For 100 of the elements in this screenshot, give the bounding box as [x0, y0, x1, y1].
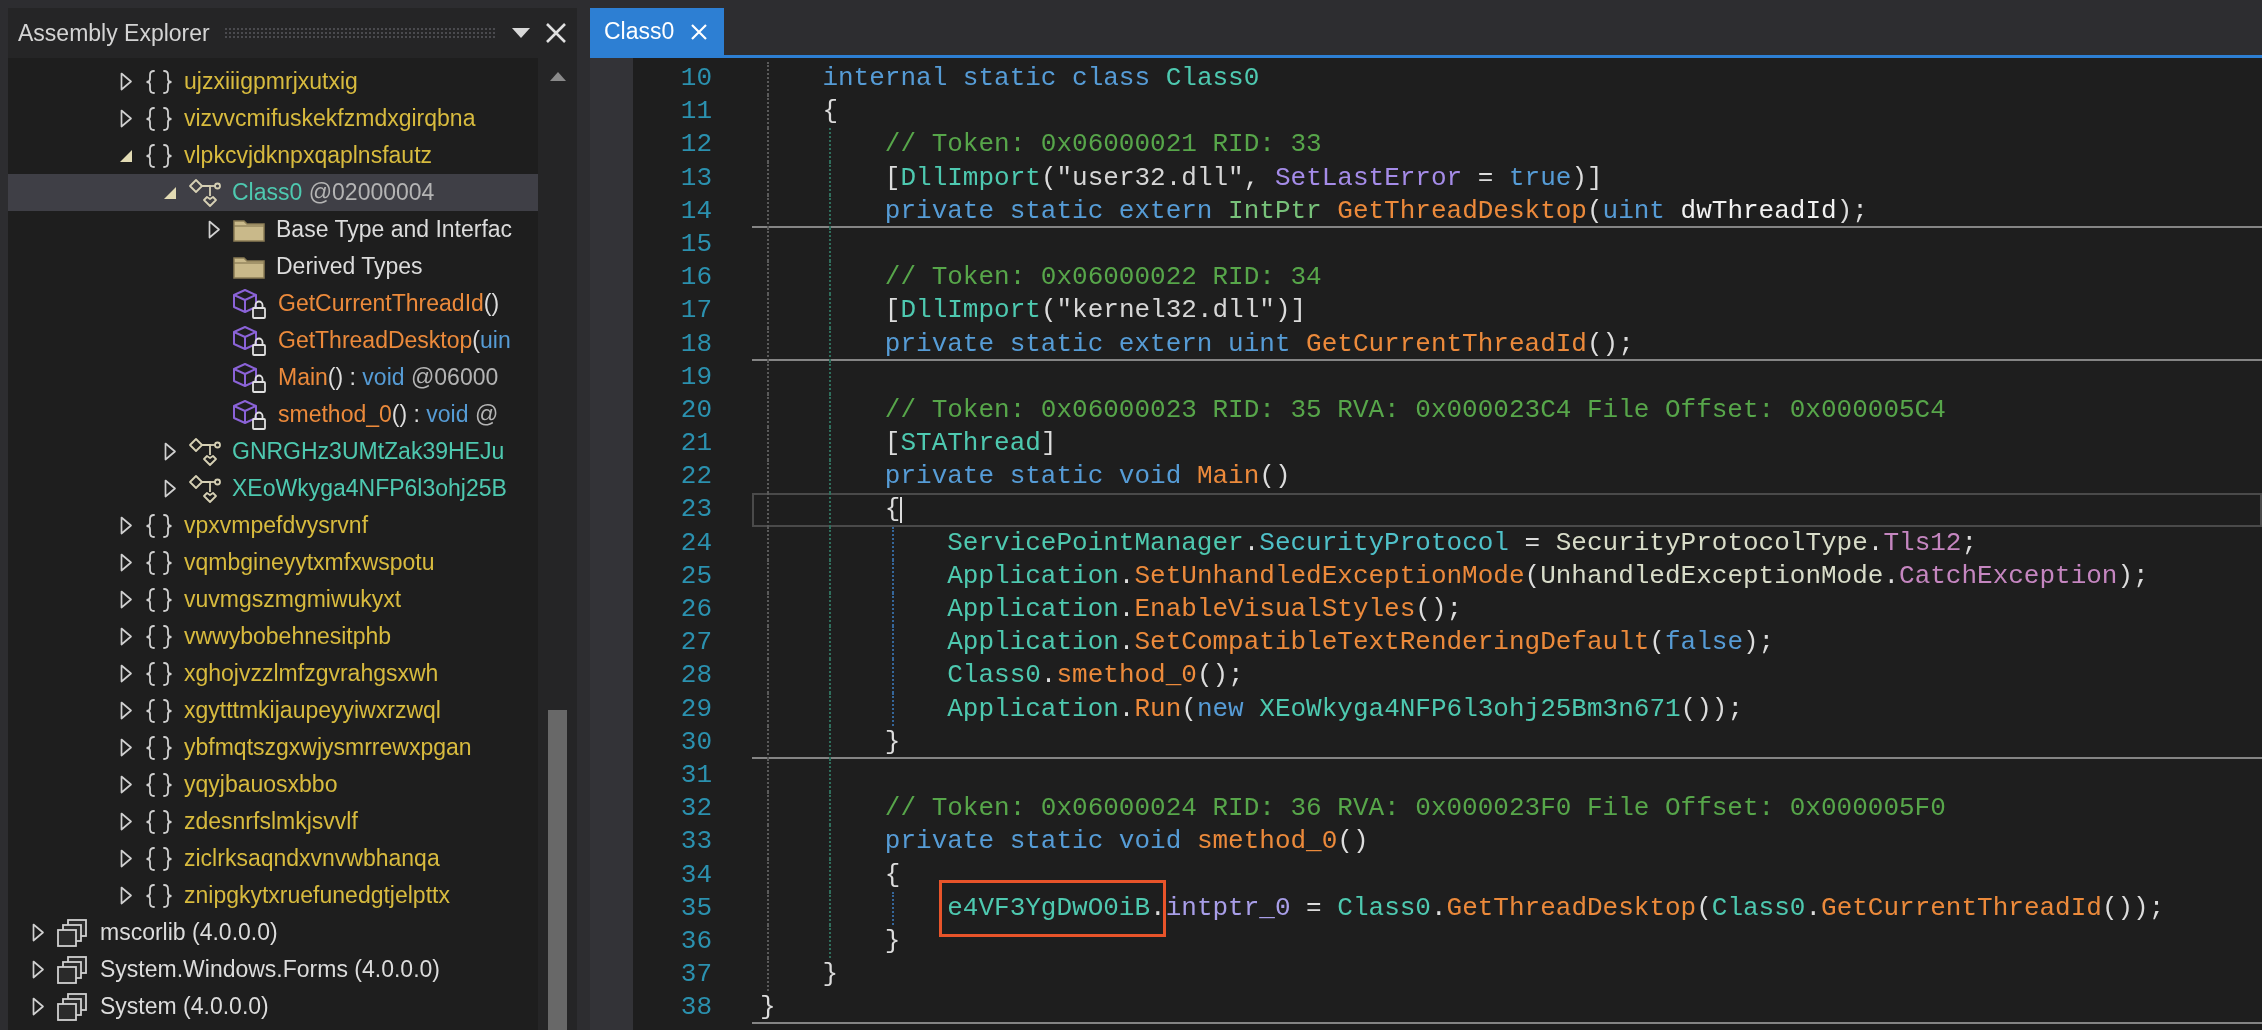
- expanded-arrow-icon[interactable]: [163, 185, 177, 200]
- stacked-windows-icon: [56, 991, 90, 1022]
- code-line: // Token: 0x06000022 RID: 34: [883, 262, 1322, 293]
- tree-item[interactable]: xgytttmkijaupeyyiwxrzwql: [8, 692, 538, 729]
- collapsed-arrow-icon[interactable]: [119, 812, 133, 831]
- line-number: 24: [679, 526, 712, 560]
- tree-item[interactable]: vpxvmpefdvysrvnf: [8, 507, 538, 544]
- collapsed-arrow-icon[interactable]: [163, 442, 177, 461]
- tree-item[interactable]: Base Type and Interfac: [8, 211, 538, 248]
- tree-item[interactable]: Class0 @02000004: [8, 174, 538, 211]
- collapsed-arrow-icon[interactable]: [119, 72, 133, 91]
- tree-item[interactable]: Derived Types: [8, 248, 538, 285]
- dropdown-arrow-icon[interactable]: [511, 27, 531, 39]
- line-number: 35: [679, 891, 712, 925]
- braces-icon: [144, 142, 174, 169]
- line-number: 13: [679, 161, 712, 195]
- close-icon[interactable]: [545, 22, 567, 44]
- tree-item[interactable]: yqyjbauosxbbo: [8, 766, 538, 803]
- collapsed-arrow-icon[interactable]: [119, 664, 133, 683]
- linked-nodes-icon: [188, 473, 222, 504]
- editor-tab[interactable]: Class0: [590, 8, 725, 55]
- tree-item[interactable]: XEoWkyga4NFP6l3ohj25B: [8, 470, 538, 507]
- line-number: 32: [679, 792, 712, 826]
- tree-item[interactable]: znipgkytxruefunedgtjelpttx: [8, 877, 538, 914]
- tree-item[interactable]: zdesnrfslmkjsvvlf: [8, 803, 538, 840]
- code-line: Application.SetCompatibleTextRenderingDefault(false);: [946, 627, 1775, 658]
- stacked-windows-icon: [56, 954, 90, 985]
- code-line: [STAThread]: [883, 428, 1057, 459]
- tree-item[interactable]: smethod_0() : void @: [8, 396, 538, 433]
- tree-item[interactable]: vizvvcmifuskekfzmdxgirqbna: [8, 100, 538, 137]
- line-number: 30: [679, 725, 712, 759]
- tree-item[interactable]: vwwybobehnesitphb: [8, 618, 538, 655]
- tree-item[interactable]: System (4.0.0.0): [8, 988, 538, 1025]
- collapsed-arrow-icon[interactable]: [31, 923, 45, 942]
- code-line: internal static class Class0: [821, 63, 1260, 93]
- collapsed-arrow-icon[interactable]: [31, 997, 45, 1016]
- braces-icon: [144, 660, 174, 687]
- tree-item[interactable]: mscorlib (4.0.0.0): [8, 914, 538, 951]
- scroll-up-arrow-icon[interactable]: [550, 72, 566, 81]
- braces-icon: [144, 697, 174, 724]
- line-number: 34: [679, 858, 712, 892]
- code-line: }: [821, 959, 838, 990]
- code-line: private static void smethod_0(): [883, 826, 1369, 857]
- tree-item[interactable]: ujzxiiigpmrjxutxig: [8, 63, 538, 100]
- collapsed-arrow-icon[interactable]: [119, 775, 133, 794]
- line-number: 38: [679, 991, 712, 1025]
- collapsed-arrow-icon[interactable]: [31, 960, 45, 979]
- linked-nodes-icon: [188, 436, 222, 467]
- linked-nodes-icon: [188, 177, 222, 208]
- tree-item[interactable]: vlpkcvjdknpxqaplnsfautz: [8, 137, 538, 174]
- code-line: Application.EnableVisualStyles();: [946, 594, 1463, 624]
- collapsed-arrow-icon[interactable]: [119, 886, 133, 905]
- tree-item[interactable]: Main() : void @06000: [8, 359, 538, 396]
- code-line: [DllImport("user32.dll", SetLastError = true)]: [883, 162, 1603, 193]
- code-line: {: [821, 96, 838, 127]
- line-number: 10: [679, 62, 712, 95]
- code-line: private static extern IntPtr GetThreadDesktop(uint dwThreadId);: [883, 195, 1868, 226]
- collapsed-arrow-icon[interactable]: [119, 627, 133, 646]
- braces-icon: [144, 512, 174, 539]
- tree-item[interactable]: ybfmqtszgxwjysmrrewxpgan: [8, 729, 538, 766]
- code-line: e4VF3YgDwO0iB.intptr_0 = Class0.GetThreadDesktop(Class0.GetCurrentThreadId());: [946, 892, 2165, 923]
- tree-item[interactable]: xghojvzzlmfzgvrahgsxwh: [8, 655, 538, 692]
- tree-item[interactable]: vqmbgineyytxmfxwspotu: [8, 544, 538, 581]
- tree-item[interactable]: GetThreadDesktop(uin: [8, 322, 538, 359]
- braces-icon: [144, 105, 174, 132]
- scrollbar[interactable]: [538, 58, 577, 1030]
- braces-icon: [144, 549, 174, 576]
- code-line: Class0.smethod_0();: [946, 660, 1244, 691]
- tree-item[interactable]: GetCurrentThreadId(): [8, 285, 538, 322]
- tree-item[interactable]: System.Windows.Forms (4.0.0.0): [8, 951, 538, 988]
- line-number: 36: [679, 924, 712, 958]
- tree-item[interactable]: vuvmgszmgmiwukyxt: [8, 581, 538, 618]
- scrollbar-thumb[interactable]: [548, 710, 567, 1030]
- collapsed-arrow-icon[interactable]: [119, 701, 133, 720]
- expanded-arrow-icon[interactable]: [119, 148, 133, 163]
- braces-icon: [144, 623, 174, 650]
- tree-item[interactable]: ziclrksaqndxvnvwbhanqa: [8, 840, 538, 877]
- braces-icon: [144, 845, 174, 872]
- collapsed-arrow-icon[interactable]: [119, 590, 133, 609]
- stacked-windows-icon: [56, 917, 90, 948]
- collapsed-arrow-icon[interactable]: [119, 109, 133, 128]
- collapsed-arrow-icon[interactable]: [119, 516, 133, 535]
- cube-lock-icon: [232, 324, 268, 357]
- line-number: 37: [679, 958, 712, 992]
- collapsed-arrow-icon[interactable]: [207, 220, 221, 239]
- code-line: // Token: 0x06000024 RID: 36 RVA: 0x000023F0 File Offset: 0x000005F0: [883, 793, 1946, 824]
- code-line: {: [883, 859, 901, 890]
- collapsed-arrow-icon[interactable]: [119, 849, 133, 868]
- cube-lock-icon: [232, 287, 268, 320]
- code-line: }: [883, 925, 901, 956]
- line-number: 31: [679, 758, 712, 792]
- collapsed-arrow-icon[interactable]: [163, 479, 177, 498]
- braces-icon: [144, 586, 174, 613]
- line-number: 21: [679, 427, 712, 461]
- collapsed-arrow-icon[interactable]: [119, 553, 133, 572]
- line-number: 19: [679, 360, 712, 394]
- code-line: }: [760, 992, 776, 1023]
- code-line: }: [883, 726, 901, 757]
- tree-item[interactable]: GNRGHz3UMtZak39HEJu: [8, 433, 538, 470]
- collapsed-arrow-icon[interactable]: [119, 738, 133, 757]
